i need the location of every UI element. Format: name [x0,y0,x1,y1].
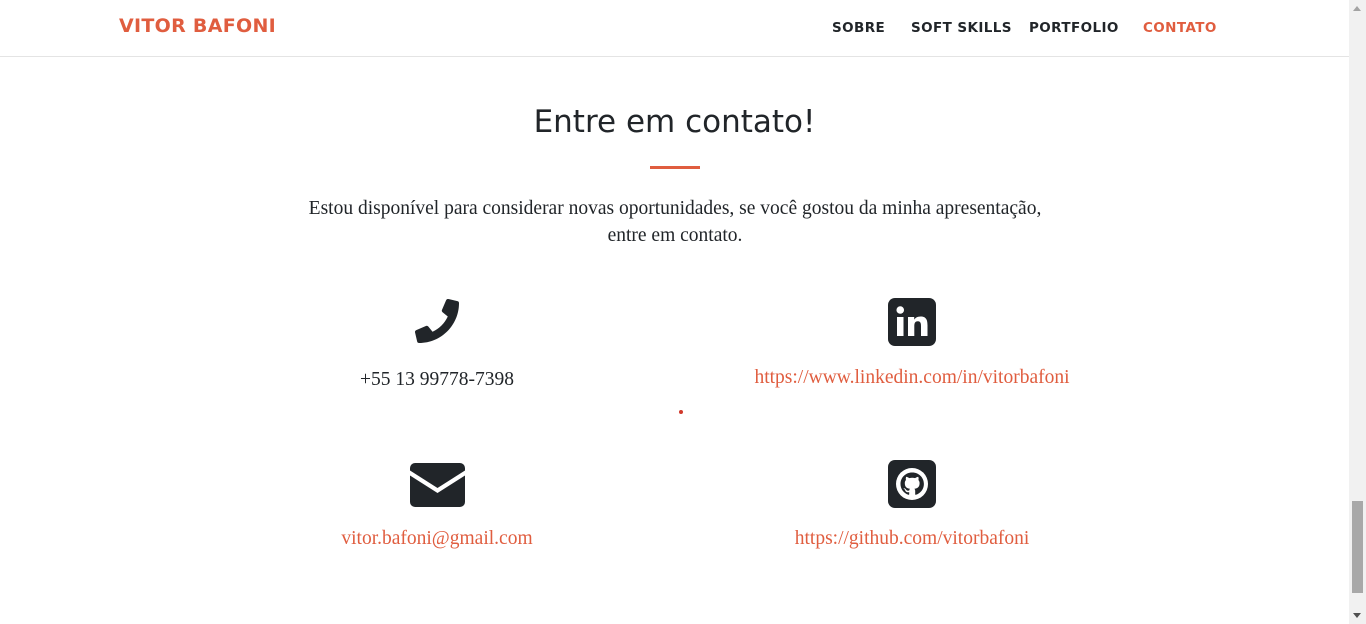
page-scrollbar[interactable] [1349,0,1366,624]
nav-link-portfolio[interactable]: PORTFOLIO [1029,20,1119,36]
nav-link-sobre[interactable]: SOBRE [832,20,885,36]
section-title: Entre em contato! [533,104,816,140]
title-divider [650,166,700,169]
contact-intro: Estou disponível para considerar novas o… [308,198,1042,246]
linkedin-link[interactable]: https://www.linkedin.com/in/vitorbafoni [682,367,1142,389]
decorative-dot [679,410,683,414]
nav-link-contato[interactable]: CONTATO [1143,20,1217,36]
contact-phone: +55 13 99778-7398 [207,298,667,391]
navbar: VITOR BAFONI SOBRE SOFT SKILLS PORTFOLIO… [0,0,1349,57]
scrollbar-thumb[interactable] [1352,501,1363,593]
phone-number: +55 13 99778-7398 [360,369,514,390]
envelope-icon [207,463,667,507]
contact-linkedin: https://www.linkedin.com/in/vitorbafoni [682,298,1142,389]
linkedin-icon [682,298,1142,346]
github-link[interactable]: https://github.com/vitorbafoni [682,528,1142,550]
brand-logo[interactable]: VITOR BAFONI [119,15,276,37]
email-link[interactable]: vitor.bafoni@gmail.com [207,528,667,550]
scroll-up-icon[interactable] [1353,6,1361,11]
phone-icon [207,299,667,343]
scroll-down-icon[interactable] [1353,613,1361,618]
contact-email: vitor.bafoni@gmail.com [207,463,667,550]
contact-github: https://github.com/vitorbafoni [682,460,1142,550]
github-icon [682,460,1142,508]
nav-link-soft-skills[interactable]: SOFT SKILLS [911,20,1012,36]
